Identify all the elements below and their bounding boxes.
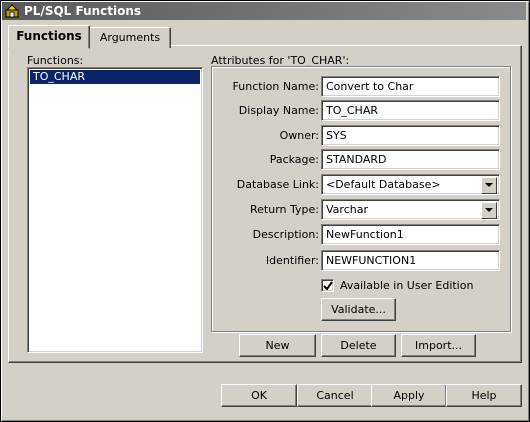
display-name-field[interactable]: TO_CHAR bbox=[321, 100, 500, 121]
database-link-select[interactable]: <Default Database> bbox=[321, 174, 500, 195]
package-label: Package: bbox=[269, 153, 319, 166]
available-checkbox[interactable] bbox=[321, 279, 334, 292]
dropdown-arrow-icon[interactable] bbox=[481, 202, 497, 219]
list-item[interactable]: TO_CHAR bbox=[30, 70, 200, 84]
display-name-label: Display Name: bbox=[238, 104, 319, 117]
checkmark-icon bbox=[323, 281, 333, 291]
cancel-button[interactable]: Cancel bbox=[297, 384, 373, 407]
function-name-label: Function Name: bbox=[232, 80, 319, 93]
new-button[interactable]: New bbox=[239, 334, 316, 357]
window-title: PL/SQL Functions bbox=[24, 4, 142, 18]
return-type-select[interactable]: Varchar bbox=[321, 199, 500, 220]
delete-button[interactable]: Delete bbox=[321, 334, 396, 357]
identifier-label: Identifier: bbox=[265, 254, 319, 267]
window-app-icon bbox=[5, 4, 19, 18]
dropdown-arrow-icon[interactable] bbox=[481, 177, 497, 194]
tab-functions[interactable]: Functions bbox=[8, 25, 90, 49]
database-link-label: Database Link: bbox=[236, 178, 319, 191]
identifier-field[interactable]: NEWFUNCTION1 bbox=[321, 250, 500, 271]
function-name-field[interactable]: Convert to Char bbox=[321, 76, 500, 97]
database-link-value: <Default Database> bbox=[326, 178, 441, 191]
apply-button[interactable]: Apply bbox=[371, 384, 447, 407]
description-field[interactable]: NewFunction1 bbox=[321, 224, 500, 245]
available-checkbox-label[interactable]: Available in User Edition bbox=[340, 279, 473, 292]
owner-field[interactable]: SYS bbox=[321, 125, 500, 146]
description-label: Description: bbox=[252, 228, 319, 241]
owner-label: Owner: bbox=[279, 129, 319, 142]
package-field[interactable]: STANDARD bbox=[321, 149, 500, 170]
functions-listbox[interactable]: TO_CHAR bbox=[27, 67, 203, 353]
help-button[interactable]: Help bbox=[446, 384, 522, 407]
return-type-value: Varchar bbox=[326, 203, 368, 216]
validate-button[interactable]: Validate... bbox=[321, 298, 396, 321]
ok-button[interactable]: OK bbox=[221, 384, 297, 407]
import-button[interactable]: Import... bbox=[401, 334, 476, 357]
return-type-label: Return Type: bbox=[250, 203, 319, 216]
title-bar[interactable]: PL/SQL Functions bbox=[2, 2, 526, 20]
tab-arguments[interactable]: Arguments bbox=[89, 27, 171, 48]
functions-label: Functions: bbox=[27, 54, 84, 67]
